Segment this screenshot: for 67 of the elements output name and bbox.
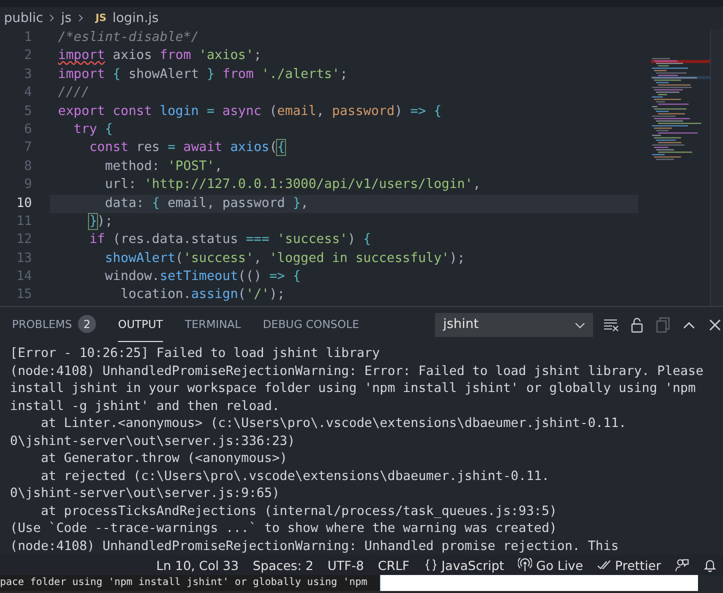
bell-icon[interactable] bbox=[703, 558, 717, 572]
code-line: location.assign('/'); bbox=[120, 286, 286, 304]
output-line: [Error - 10:26:25] Failed to load jshint library bbox=[10, 345, 381, 362]
panel-tab[interactable]: DEBUG CONSOLE bbox=[262, 308, 360, 342]
status-item[interactable]: UTF-8 bbox=[327, 558, 364, 572]
code-line: window.setTimeout(() => { bbox=[104, 268, 302, 286]
unlocked-icon[interactable] bbox=[629, 316, 645, 332]
code-line: try { bbox=[72, 120, 114, 139]
breadcrumb-item[interactable]: login.js bbox=[112, 10, 159, 26]
breadcrumb-item[interactable]: js bbox=[61, 10, 72, 26]
status-item[interactable]: CRLF bbox=[378, 558, 410, 572]
line-number: 1 bbox=[23, 29, 33, 47]
line-number: 2 bbox=[23, 47, 33, 66]
output-line: at Linter.<anonymous> (c:\Users\pro\.vscode\extensions\dbaeumer.jshint-0.11. bbox=[40, 415, 628, 432]
line-number: 7 bbox=[23, 139, 33, 158]
code-line: export const login = async (email, password) => { bbox=[57, 102, 443, 121]
line-number: 14 bbox=[15, 268, 33, 286]
line-number: 5 bbox=[23, 102, 33, 121]
count-badge: 2 bbox=[78, 315, 96, 333]
line-number: 4 bbox=[23, 84, 33, 102]
output-line: at Generator.throw (<anonymous>) bbox=[40, 450, 288, 468]
output-line: at rejected (c:\Users\pro\.vscode\extensions\dbaeumer.jshint-0.11. bbox=[40, 468, 550, 485]
output-line: install -g jshint' and then reload. bbox=[10, 398, 281, 415]
status-item[interactable]: Prettier bbox=[615, 558, 661, 572]
code-line: url: 'http://127.0.0.1:3000/api/v1/users/login', bbox=[104, 176, 482, 194]
code-line: }); bbox=[88, 212, 114, 231]
status-item[interactable]: Go Live bbox=[536, 558, 584, 572]
code-line: /*eslint-disable*/ bbox=[57, 29, 200, 47]
double-check-icon bbox=[597, 558, 612, 572]
output-line: (node:4108) UnhandledPromiseRejectionWarning: Error: Failed to load jshint library. Please bbox=[10, 362, 704, 380]
line-number: 9 bbox=[23, 176, 33, 194]
line-number: 8 bbox=[23, 158, 33, 176]
panel-tab[interactable]: TERMINAL bbox=[184, 308, 241, 342]
code-line: //// bbox=[57, 84, 90, 102]
output-line: 0\jshint-server\out\server.js:336:23) bbox=[10, 432, 296, 450]
braces-icon bbox=[424, 558, 438, 572]
code-line: if (res.data.status === 'success') { bbox=[88, 231, 372, 250]
status-item[interactable]: Spaces: 2 bbox=[252, 558, 314, 572]
background-terminal-text: pace folder using 'npm install jshint' or globally using 'npm bbox=[0, 575, 380, 591]
line-number: 15 bbox=[15, 286, 33, 304]
person-feedback-icon[interactable] bbox=[675, 558, 689, 572]
close-icon[interactable] bbox=[707, 316, 723, 332]
line-number: 13 bbox=[15, 250, 33, 268]
output-line: (Use `Code --trace-warnings ...` to show where the warning was created) bbox=[10, 520, 558, 538]
panel-tab[interactable]: PROBLEMS 2 bbox=[12, 308, 96, 342]
code-line: showAlert('success', 'logged in successfuly'); bbox=[104, 250, 466, 268]
code-line: import axios from 'axios'; bbox=[57, 47, 263, 66]
output-line: 0\jshint-server\out\server.js:9:65) bbox=[10, 485, 281, 502]
line-number: 10 bbox=[15, 194, 33, 213]
code-line: const res = await axios({ bbox=[88, 139, 286, 158]
output-line: at processTicksAndRejections (internal/process/task_queues.js:93:5) bbox=[40, 502, 558, 520]
code-line: method: 'POST', bbox=[104, 158, 224, 176]
line-number: 6 bbox=[23, 120, 33, 139]
breadcrumb-item[interactable]: public bbox=[4, 10, 44, 26]
file-type-icon: JS bbox=[96, 12, 106, 24]
code-line: import { showAlert } from './alerts'; bbox=[57, 66, 349, 84]
line-number: 3 bbox=[23, 66, 33, 84]
broadcast-icon bbox=[518, 558, 532, 572]
panel-tab[interactable]: OUTPUT bbox=[118, 308, 163, 342]
line-number: 12 bbox=[15, 231, 33, 250]
output-line: install jshint in your workspace folder using 'npm install jshint' or globally using 'npm bbox=[10, 380, 697, 398]
output-line: (node:4108) UnhandledPromiseRejectionWarning: Unhandled promise rejection. This bbox=[10, 538, 620, 555]
clear-output-icon[interactable] bbox=[603, 316, 619, 332]
line-number: 11 bbox=[15, 212, 33, 231]
status-item[interactable]: Ln 10, Col 33 bbox=[156, 558, 239, 572]
output-channel-dropdown[interactable]: jshint bbox=[435, 312, 593, 336]
status-item[interactable]: JavaScript bbox=[442, 558, 504, 572]
